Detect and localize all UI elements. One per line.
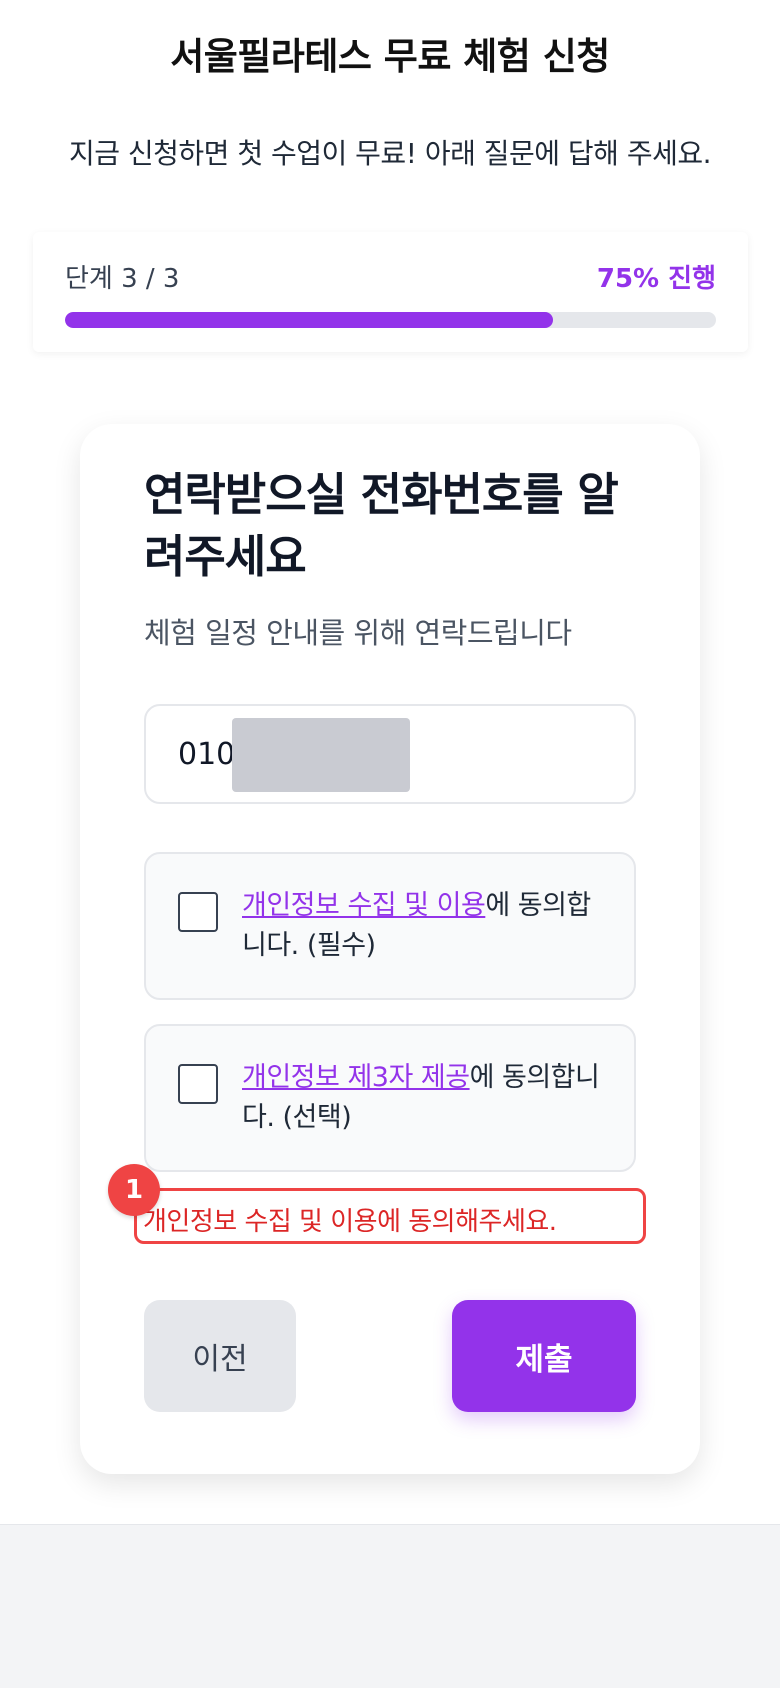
progress-card: 단계 3 / 3 75% 진행 (33, 232, 748, 352)
page-title: 서울필라테스 무료 체험 신청 (170, 35, 610, 78)
third-party-checkbox[interactable] (178, 1064, 218, 1104)
progress-percent: 75% 진행 (596, 264, 716, 294)
page-subtitle: 지금 신청하면 첫 수업이 무료! 아래 질문에 답해 주세요. (68, 137, 712, 170)
question-card: 연락받으실 전화번호를 알려주세요 체험 일정 안내를 위해 연락드립니다 개인… (80, 424, 700, 1474)
error-message-box: 개인정보 수집 및 이용에 동의해주세요. (134, 1188, 646, 1244)
progress-bar-fill (65, 312, 554, 328)
third-party-link[interactable]: 개인정보 제3자 제공 (242, 1062, 470, 1093)
question-description: 체험 일정 안내를 위해 연락드립니다 (144, 616, 572, 650)
agree-privacy-collection[interactable]: 개인정보 수집 및 이용에 동의합니다. (필수) (144, 852, 636, 1000)
error-message: 개인정보 수집 및 이용에 동의해주세요. (143, 1207, 557, 1237)
progress-bar (65, 312, 716, 328)
redacted-area (232, 718, 410, 792)
agree-third-party[interactable]: 개인정보 제3자 제공에 동의합니다. (선택) (144, 1024, 636, 1172)
error-badge: 1 (108, 1164, 160, 1216)
prev-button[interactable]: 이전 (144, 1300, 296, 1412)
submit-button[interactable]: 제출 (452, 1300, 636, 1412)
agree-text: 개인정보 제3자 제공에 동의합니다. (선택) (242, 1058, 602, 1138)
question-title: 연락받으실 전화번호를 알려주세요 (144, 468, 619, 583)
page-footer-area (0, 1524, 780, 1688)
step-label: 단계 3 / 3 (65, 264, 180, 294)
agree-text: 개인정보 수집 및 이용에 동의합니다. (필수) (242, 886, 602, 966)
privacy-collection-checkbox[interactable] (178, 892, 218, 932)
privacy-collection-link[interactable]: 개인정보 수집 및 이용 (242, 890, 486, 921)
phone-field[interactable] (144, 704, 636, 804)
